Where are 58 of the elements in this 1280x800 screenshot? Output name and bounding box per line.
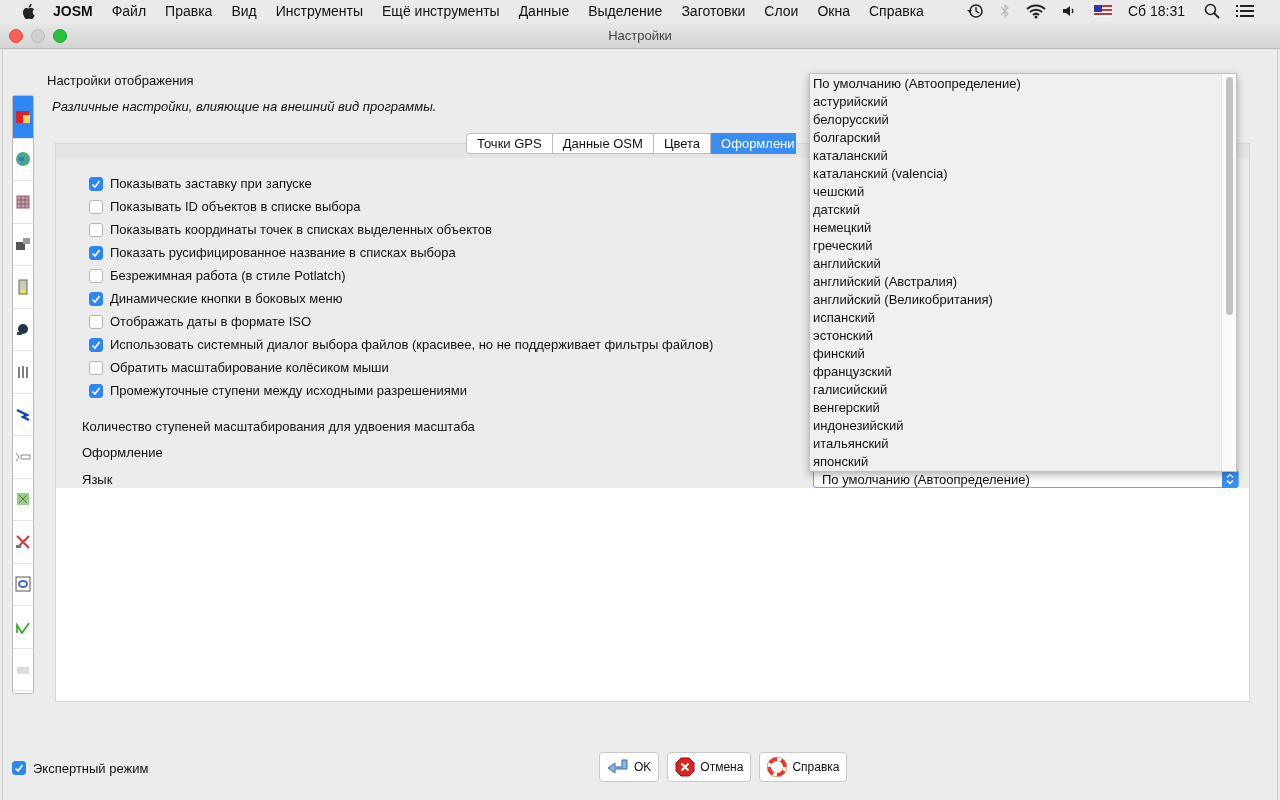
checkbox-label: Использовать системный диалог выбора файлов (красивее, но не поддерживает фильтры файлов) xyxy=(110,337,714,352)
language-option[interactable]: японский xyxy=(810,453,1221,471)
language-option[interactable]: греческий xyxy=(810,237,1221,255)
window-title: Настройки xyxy=(608,27,672,43)
language-option[interactable]: английский xyxy=(810,255,1221,273)
section-description: Различные настройки, влияющие на внешний вид программы. xyxy=(52,99,437,116)
language-option[interactable]: немецкий xyxy=(810,219,1221,237)
menu-item[interactable]: Вид xyxy=(231,3,257,19)
language-option[interactable]: английский (Австралия) xyxy=(810,273,1221,291)
help-button[interactable]: Справка xyxy=(759,752,848,782)
menu-item[interactable]: Выделение xyxy=(588,3,663,19)
language-option[interactable]: английский (Великобритания) xyxy=(810,291,1221,309)
menu-item[interactable]: Слои xyxy=(764,3,799,19)
language-option[interactable]: эстонский xyxy=(810,327,1221,345)
language-option[interactable]: датский xyxy=(810,201,1221,219)
checkbox-label: Обратить масштабирование колёсиком мыши xyxy=(110,360,389,375)
field-label: Язык xyxy=(82,471,113,487)
menu-item[interactable]: Окна xyxy=(817,3,850,19)
language-option[interactable]: белорусский xyxy=(810,111,1221,129)
checkbox-label: Промежуточные ступени между исходными разрешениями xyxy=(110,383,467,398)
language-option[interactable]: каталанский (valencia) xyxy=(810,165,1221,183)
checkbox-label: Динамические кнопки в боковых меню xyxy=(110,291,343,306)
menu-item[interactable]: Инструменты xyxy=(275,3,364,19)
menu-item[interactable]: Данные xyxy=(518,3,570,19)
language-option[interactable]: По умолчанию (Автоопределение) xyxy=(810,75,1221,93)
checkbox-label: Безрежимная работа (в стиле Potlatch) xyxy=(110,268,346,283)
checkbox-label: Отображать даты в формате ISO xyxy=(110,314,312,329)
tab[interactable]: Цвета xyxy=(653,133,712,154)
language-option[interactable]: чешский xyxy=(810,183,1221,201)
language-option[interactable]: венгерский xyxy=(810,399,1221,417)
menu-item[interactable]: Заготовки xyxy=(681,3,746,19)
language-option[interactable]: астурийский xyxy=(810,93,1221,111)
tab[interactable]: Данные OSM xyxy=(552,133,654,154)
app-menu[interactable]: JOSM xyxy=(53,3,93,19)
checkbox-label: Показывать заставку при запуске xyxy=(110,176,312,191)
section-title: Настройки отображения xyxy=(47,73,194,90)
language-option[interactable]: итальянский xyxy=(810,435,1221,453)
menu-item[interactable]: Правка xyxy=(165,3,213,19)
language-option[interactable]: французский xyxy=(810,363,1221,381)
ok-button[interactable]: OK xyxy=(599,752,660,782)
language-option[interactable]: индонезийский xyxy=(810,417,1221,435)
checkbox-label: Показать русифицированное название в списках выбора xyxy=(110,245,456,260)
menu-item[interactable]: Файл xyxy=(111,3,147,19)
checkbox-label: Показывать координаты точек в списках выделенных объектов xyxy=(110,222,492,237)
menu-item[interactable]: Справка xyxy=(868,3,924,19)
language-option[interactable]: каталанский xyxy=(810,147,1221,165)
field-label: Оформление xyxy=(82,445,163,461)
language-option[interactable]: галисийский xyxy=(810,381,1221,399)
clock-text[interactable]: Сб 18:31 xyxy=(1127,3,1185,19)
language-option[interactable]: испанский xyxy=(810,309,1221,327)
language-option[interactable]: финский xyxy=(810,345,1221,363)
language-option[interactable]: болгарский xyxy=(810,129,1221,147)
tab[interactable]: Точки GPS xyxy=(466,133,553,154)
checkbox-label: Экспертный режим xyxy=(33,760,149,776)
menu-item[interactable]: Ещё инструменты xyxy=(382,3,500,19)
cancel-button[interactable]: Отмена xyxy=(667,752,752,782)
field-label: Количество ступеней масштабирования для удвоения масштаба xyxy=(82,418,475,434)
checkbox-label: Показывать ID объектов в списке выбора xyxy=(110,199,361,214)
